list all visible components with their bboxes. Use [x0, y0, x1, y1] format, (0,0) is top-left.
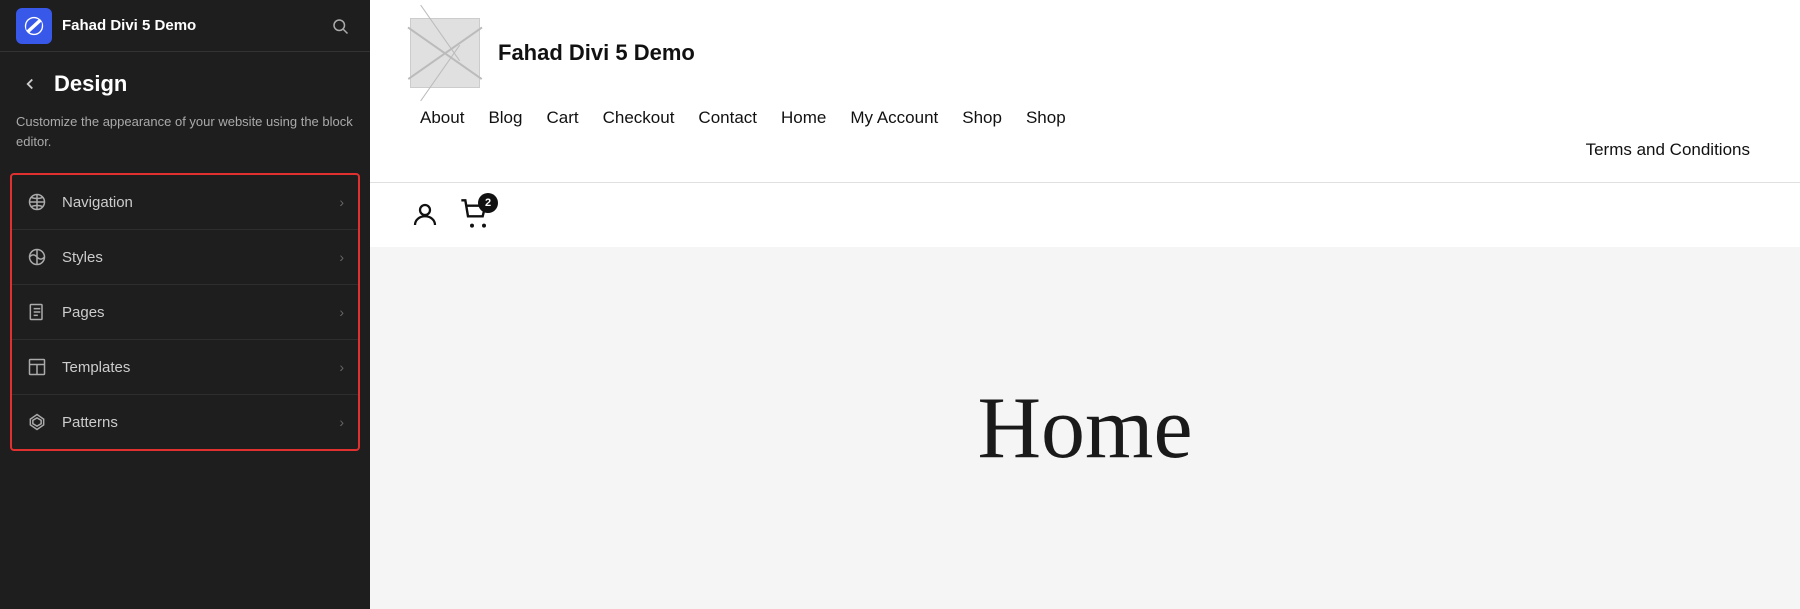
search-icon: [331, 17, 349, 35]
site-header: Fahad Divi 5 Demo About Blog Cart Checko…: [370, 0, 1800, 183]
nav-cart[interactable]: Cart: [536, 104, 588, 132]
preview-area: Fahad Divi 5 Demo About Blog Cart Checko…: [370, 0, 1800, 609]
pages-label: Pages: [62, 304, 325, 321]
sidebar-item-pages[interactable]: Pages ›: [12, 285, 358, 340]
wp-logo-icon: [23, 15, 45, 37]
cart-wrapper: 2: [460, 199, 492, 231]
sidebar-topbar: Fahad Divi 5 Demo: [0, 0, 370, 52]
main-content: Fahad Divi 5 Demo About Blog Cart Checko…: [370, 0, 1800, 609]
sidebar-site-name: Fahad Divi 5 Demo: [62, 17, 316, 34]
navigation-chevron: ›: [339, 194, 344, 210]
templates-chevron: ›: [339, 359, 344, 375]
site-logo: [410, 18, 480, 88]
user-icon: [410, 200, 440, 230]
nav-checkout[interactable]: Checkout: [593, 104, 685, 132]
nav-shop-2[interactable]: Shop: [1016, 104, 1076, 132]
navigation-icon: [26, 191, 48, 213]
sidebar-item-patterns[interactable]: Patterns ›: [12, 395, 358, 449]
sidebar-item-navigation[interactable]: Navigation ›: [12, 175, 358, 230]
sidebar: Fahad Divi 5 Demo Design Customize the a…: [0, 0, 370, 609]
nav-shop-1[interactable]: Shop: [952, 104, 1012, 132]
user-account-icon[interactable]: [410, 200, 440, 230]
search-button[interactable]: [326, 12, 354, 40]
sidebar-item-templates[interactable]: Templates ›: [12, 340, 358, 395]
sidebar-menu: Navigation › Styles ›: [10, 173, 360, 451]
templates-icon: [26, 356, 48, 378]
wp-logo: [16, 8, 52, 44]
nav-row-1: About Blog Cart Checkout Contact Home My…: [410, 104, 1760, 132]
nav-row-2: Terms and Conditions: [410, 136, 1760, 164]
design-header: Design: [0, 52, 370, 104]
patterns-label: Patterns: [62, 414, 325, 431]
home-section: Home: [370, 247, 1800, 609]
back-button[interactable]: [16, 70, 44, 98]
site-header-top: Fahad Divi 5 Demo: [410, 18, 1760, 88]
styles-chevron: ›: [339, 249, 344, 265]
design-description: Customize the appearance of your website…: [0, 104, 370, 167]
design-section-title: Design: [54, 71, 127, 97]
pages-icon: [26, 301, 48, 323]
site-title: Fahad Divi 5 Demo: [498, 40, 695, 66]
cart-count: 2: [478, 193, 498, 213]
header-icons: 2: [370, 183, 1800, 247]
patterns-icon: [26, 411, 48, 433]
styles-label: Styles: [62, 249, 325, 266]
navigation-label: Navigation: [62, 194, 325, 211]
nav-contact[interactable]: Contact: [688, 104, 767, 132]
back-icon: [21, 75, 39, 93]
nav-blog[interactable]: Blog: [478, 104, 532, 132]
site-navigation: About Blog Cart Checkout Contact Home My…: [410, 104, 1760, 164]
templates-label: Templates: [62, 359, 325, 376]
nav-terms[interactable]: Terms and Conditions: [1576, 136, 1760, 164]
styles-icon: [26, 246, 48, 268]
patterns-chevron: ›: [339, 414, 344, 430]
nav-home[interactable]: Home: [771, 104, 836, 132]
nav-about[interactable]: About: [410, 104, 474, 132]
pages-chevron: ›: [339, 304, 344, 320]
home-heading: Home: [977, 378, 1192, 479]
sidebar-item-styles[interactable]: Styles ›: [12, 230, 358, 285]
nav-my-account[interactable]: My Account: [840, 104, 948, 132]
